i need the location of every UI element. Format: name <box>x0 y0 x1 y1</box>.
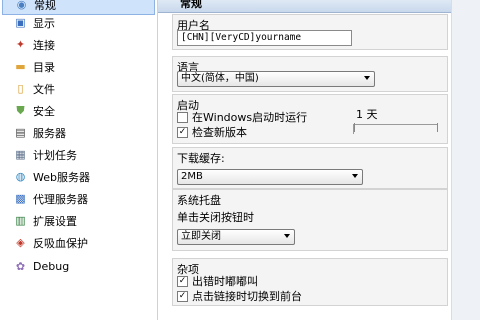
check-updates-option[interactable]: ✓ 检查新版本 <box>177 125 247 139</box>
shield-icon: ⛊ <box>16 104 25 117</box>
globe-icon: ◍ <box>15 170 26 183</box>
download-cache-label: 下载缓存: <box>177 152 225 165</box>
server-icon: ▤ <box>15 126 26 139</box>
slider-tick <box>354 123 355 132</box>
settings-sidebar: ◉ 常规 ▣ 显示 ✦ 连接 ▬ 目录 ▯ 文件 ⛊ 安全 ▤ 服务器 ▦ 计划… <box>0 0 158 320</box>
run-on-startup-label: 在Windows启动时运行 <box>192 111 308 124</box>
switch-foreground-option[interactable]: ✓ 点击链接时切换到前台 <box>177 289 302 303</box>
download-cache-select[interactable]: 2MB <box>177 169 363 185</box>
sidebar-item-label: 安全 <box>33 104 55 118</box>
connection-icon: ✦ <box>15 38 26 51</box>
proxy-icon: ▩ <box>15 192 26 205</box>
download-cache-selected: 2MB <box>181 171 203 182</box>
sidebar-item-label: Web服务器 <box>33 170 90 184</box>
language-selected: 中文(简体，中国) <box>181 73 259 84</box>
slider-tick <box>437 123 438 132</box>
run-on-startup-checkbox[interactable] <box>177 111 188 123</box>
check-updates-label: 检查新版本 <box>192 126 247 139</box>
chevron-down-icon <box>284 234 290 238</box>
beep-on-error-label: 出错时嘟嘟叫 <box>192 275 258 288</box>
sidebar-item-extensions[interactable]: ▥ 扩展设置 <box>2 210 155 231</box>
chevron-down-icon <box>364 76 370 80</box>
sidebar-item-label: Debug <box>33 260 70 273</box>
sidebar-item-file[interactable]: ▯ 文件 <box>2 78 155 99</box>
sidebar-item-directory[interactable]: ▬ 目录 <box>2 56 155 77</box>
tray-close-selected: 立即关闭 <box>181 231 221 242</box>
username-input[interactable]: [CHN][VeryCD]yourname <box>177 30 352 46</box>
folder-icon: ▬ <box>15 60 26 73</box>
display-icon: ▣ <box>15 16 26 29</box>
panel-header: 常规 <box>158 0 451 13</box>
tray-close-label: 单击关闭按钮时 <box>177 211 254 224</box>
sidebar-item-label: 服务器 <box>33 126 66 140</box>
beep-on-error-checkbox[interactable]: ✓ <box>177 275 188 287</box>
beep-on-error-option[interactable]: ✓ 出错时嘟嘟叫 <box>177 274 258 288</box>
general-icon: ◉ <box>16 0 27 11</box>
sidebar-item-label: 扩展设置 <box>33 214 77 228</box>
tray-label: 系统托盘 <box>177 194 221 207</box>
update-interval-slider[interactable] <box>353 123 438 134</box>
switch-foreground-label: 点击链接时切换到前台 <box>192 290 302 303</box>
sidebar-item-display[interactable]: ▣ 显示 <box>2 12 155 33</box>
scrollbar[interactable] <box>451 0 480 320</box>
run-on-startup-option[interactable]: 在Windows启动时运行 <box>177 110 307 124</box>
sidebar-item-security[interactable]: ⛊ 安全 <box>2 100 155 121</box>
sidebar-item-server[interactable]: ▤ 服务器 <box>2 122 155 143</box>
sidebar-item-debug[interactable]: ✿ Debug <box>2 256 155 277</box>
startup-group: 启动 在Windows启动时运行 ✓ 检查新版本 <box>172 94 448 144</box>
sidebar-item-label: 计划任务 <box>33 148 77 162</box>
calendar-icon: ▦ <box>15 148 26 161</box>
misc-group: 杂项 ✓ 出错时嘟嘟叫 ✓ 点击链接时切换到前台 <box>172 258 448 306</box>
language-select[interactable]: 中文(简体，中国) <box>177 71 375 87</box>
sidebar-item-scheduler[interactable]: ▦ 计划任务 <box>2 144 155 165</box>
sidebar-item-label: 文件 <box>33 82 55 96</box>
protection-icon: ◈ <box>16 236 25 249</box>
sidebar-item-label: 常规 <box>34 0 56 12</box>
check-updates-checkbox[interactable]: ✓ <box>177 126 188 138</box>
sidebar-item-proxy[interactable]: ▩ 代理服务器 <box>2 188 155 209</box>
update-interval-label: 1 天 <box>356 108 378 121</box>
chevron-down-icon <box>352 174 358 178</box>
sidebar-item-label: 显示 <box>33 16 55 30</box>
sidebar-item-web-server[interactable]: ◍ Web服务器 <box>2 166 155 187</box>
panel-title: 常规 <box>180 0 202 10</box>
sidebar-item-connection[interactable]: ✦ 连接 <box>2 34 155 55</box>
sidebar-item-label: 目录 <box>33 60 55 74</box>
sidebar-item-label: 连接 <box>33 38 55 52</box>
sidebar-item-label: 反吸血保护 <box>33 236 88 250</box>
sidebar-item-label: 代理服务器 <box>33 192 88 206</box>
file-icon: ▯ <box>17 82 24 95</box>
debug-icon: ✿ <box>15 260 26 273</box>
tray-close-select[interactable]: 立即关闭 <box>177 229 295 245</box>
switch-foreground-checkbox[interactable]: ✓ <box>177 290 188 302</box>
extension-icon: ▥ <box>15 214 26 227</box>
sidebar-item-anti-leech[interactable]: ◈ 反吸血保护 <box>2 232 155 253</box>
